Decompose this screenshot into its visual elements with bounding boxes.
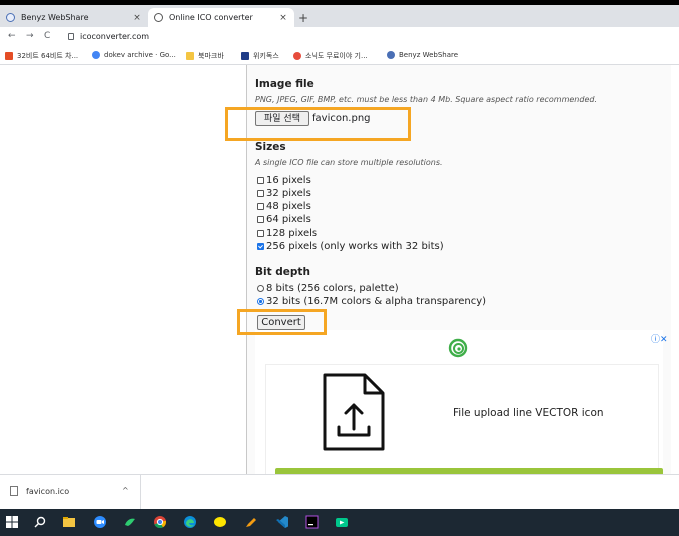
reload-icon[interactable]: C xyxy=(44,31,50,41)
tab-online-ico-converter[interactable]: Online ICO converter × xyxy=(148,8,294,27)
size-label: 128 pixels xyxy=(266,228,318,239)
bit-depth-option-32[interactable]: 32 bits (16.7M colors & alpha transparen… xyxy=(257,296,486,307)
folder-icon xyxy=(186,52,194,60)
search-icon[interactable] xyxy=(33,515,47,529)
google-icon xyxy=(92,51,100,59)
windows-taskbar xyxy=(0,509,679,536)
size-option-16[interactable]: 16 pixels xyxy=(257,175,311,186)
bookmark-item[interactable]: 소닉도 무료이야 기... xyxy=(293,51,368,61)
download-item[interactable]: favicon.ico ^ xyxy=(0,475,141,509)
bit-depth-heading: Bit depth xyxy=(255,266,310,278)
radio-button[interactable] xyxy=(257,285,264,292)
checkbox[interactable] xyxy=(257,203,264,210)
windows-start-icon[interactable] xyxy=(5,515,19,529)
jetbrains-icon[interactable] xyxy=(305,515,319,529)
size-label: 256 pixels (only works with 32 bits) xyxy=(266,241,444,252)
circle-icon xyxy=(293,52,301,60)
image-file-note: PNG, JPEG, GIF, BMP, etc. must be less t… xyxy=(255,95,597,104)
scrollbar[interactable] xyxy=(671,65,679,474)
size-option-256[interactable]: 256 pixels (only works with 32 bits) xyxy=(257,241,444,252)
address-bar[interactable]: icoconverter.com xyxy=(80,32,149,41)
tab-title: Online ICO converter xyxy=(169,13,253,22)
size-label: 32 pixels xyxy=(266,188,311,199)
size-option-32[interactable]: 32 pixels xyxy=(257,188,311,199)
globe-icon xyxy=(154,13,163,22)
bit-depth-label: 32 bits (16.7M colors & alpha transparen… xyxy=(266,296,487,307)
ad-text[interactable]: File upload line VECTOR icon xyxy=(453,407,604,419)
size-option-48[interactable]: 48 pixels xyxy=(257,201,311,212)
size-label: 16 pixels xyxy=(266,175,311,186)
bookmark-item[interactable]: Benyz WebShare xyxy=(387,51,458,59)
bookmarks-bar: 32비트 64비트 차... dokev archive · Go... 북마크… xyxy=(0,47,679,65)
edge-icon[interactable] xyxy=(183,515,197,529)
lock-icon[interactable] xyxy=(68,33,74,40)
bookmark-item[interactable]: 북마크바 xyxy=(186,51,224,61)
d-icon xyxy=(5,52,13,60)
bookmark-item[interactable]: 위키독스 xyxy=(241,51,279,61)
chrome-icon[interactable] xyxy=(153,515,167,529)
file-icon xyxy=(10,486,18,496)
radio-button-selected[interactable] xyxy=(257,298,264,305)
size-option-64[interactable]: 64 pixels xyxy=(257,214,311,225)
globe-icon xyxy=(387,51,395,59)
tab-strip: Benyz WebShare × Online ICO converter × … xyxy=(0,5,679,27)
bookmark-label: Benyz WebShare xyxy=(399,51,459,59)
checkbox[interactable] xyxy=(257,230,264,237)
bookmark-item[interactable]: 32비트 64비트 차... xyxy=(5,51,78,61)
size-option-128[interactable]: 128 pixels xyxy=(257,228,317,239)
forward-icon[interactable]: → xyxy=(26,31,34,41)
pen-tool-icon[interactable] xyxy=(244,515,258,529)
chevron-up-icon[interactable]: ^ xyxy=(122,486,129,495)
ad-card[interactable]: File upload line VECTOR icon xyxy=(265,364,663,474)
page-content: Image file PNG, JPEG, GIF, BMP, etc. mus… xyxy=(0,65,679,474)
checkbox[interactable] xyxy=(257,177,264,184)
bookmark-item[interactable]: dokev archive · Go... xyxy=(92,51,176,59)
left-blank-area xyxy=(0,65,247,474)
checkbox[interactable] xyxy=(257,190,264,197)
zoom-icon[interactable] xyxy=(93,515,107,529)
spiral-logo-icon xyxy=(448,338,468,358)
checkbox-checked[interactable] xyxy=(257,243,264,250)
bookmark-label: 북마크바 xyxy=(198,52,224,60)
ad-info-close-icon[interactable]: ⓘ✕ xyxy=(651,332,668,345)
bookmark-label: 소닉도 무료이야 기... xyxy=(305,52,368,60)
book-icon xyxy=(241,52,249,60)
highlight-convert-button xyxy=(237,309,327,335)
close-icon[interactable]: × xyxy=(132,13,142,23)
bit-depth-label: 8 bits (256 colors, palette) xyxy=(266,283,399,294)
download-shelf: favicon.ico ^ xyxy=(0,474,679,509)
vscode-icon[interactable] xyxy=(275,515,289,529)
bookmark-label: 위키독스 xyxy=(253,52,279,60)
image-file-heading: Image file xyxy=(255,78,314,90)
bit-depth-option-8[interactable]: 8 bits (256 colors, palette) xyxy=(257,283,399,294)
new-tab-button[interactable]: + xyxy=(298,11,308,25)
browser-toolbar: ← → C icoconverter.com xyxy=(0,27,679,47)
tab-title: Benyz WebShare xyxy=(21,13,89,22)
globe-icon xyxy=(6,13,15,22)
size-label: 64 pixels xyxy=(266,214,311,225)
checkbox[interactable] xyxy=(257,216,264,223)
bird-app-icon[interactable] xyxy=(123,515,137,529)
messenger-icon[interactable] xyxy=(213,515,227,529)
highlight-file-selector xyxy=(225,107,411,141)
file-upload-icon xyxy=(323,373,385,451)
bookmark-label: 32비트 64비트 차... xyxy=(17,52,79,60)
advertisement[interactable]: ⓘ✕ File upload line VECTOR icon xyxy=(255,330,668,474)
size-label: 48 pixels xyxy=(266,201,311,212)
bookmark-label: dokev archive · Go... xyxy=(104,51,176,59)
download-file-name[interactable]: favicon.ico xyxy=(26,487,69,496)
meeting-app-icon[interactable] xyxy=(335,515,349,529)
file-explorer-icon[interactable] xyxy=(62,515,76,529)
back-icon[interactable]: ← xyxy=(8,31,16,41)
sizes-heading: Sizes xyxy=(255,141,286,153)
sizes-note: A single ICO file can store multiple res… xyxy=(255,158,443,167)
tab-benyz-webshare[interactable]: Benyz WebShare × xyxy=(0,8,148,27)
close-icon[interactable]: × xyxy=(278,13,288,23)
